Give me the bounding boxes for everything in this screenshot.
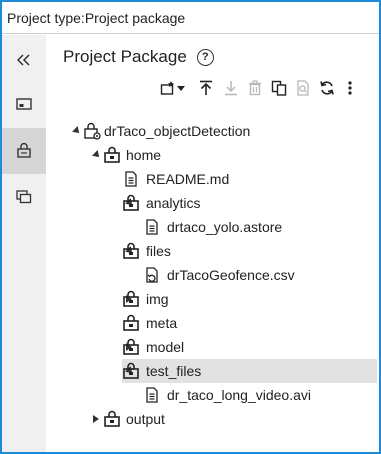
folder-lock-icon (122, 194, 140, 212)
help-icon[interactable]: ? (196, 48, 214, 66)
folder-lock-icon (122, 314, 140, 332)
image-panel-icon (16, 98, 32, 110)
tree-row[interactable]: output (46, 407, 377, 431)
panel-title: Project Package (63, 47, 187, 66)
package-icon (17, 143, 31, 158)
project-package-icon (83, 122, 101, 140)
text-file-icon (122, 170, 140, 188)
delete-icon (249, 80, 261, 96)
tree-row[interactable]: dr_taco_long_video.avi (46, 383, 377, 407)
project-package-panel: Project Package ? drTaco_objectDetection… (46, 35, 379, 452)
copy-path-button[interactable] (269, 77, 289, 99)
tree-row[interactable]: README.md (46, 167, 377, 191)
refresh-button[interactable] (317, 77, 337, 99)
project-type-label: Project type:Project package (7, 10, 186, 26)
tree-row-label: dr_taco_long_video.avi (167, 387, 311, 403)
copy-path-icon (271, 80, 287, 96)
project-type-bar: Project type:Project package (2, 2, 379, 34)
folder-lock-icon (103, 410, 121, 428)
tree-row[interactable]: drtaco_yolo.astore (46, 215, 377, 239)
folder-lock-icon (122, 242, 140, 260)
expanded-chevron-icon[interactable] (72, 126, 82, 136)
dropdown-caret-icon (177, 85, 185, 91)
tree-row[interactable]: img (46, 287, 377, 311)
more-vertical-icon (348, 81, 352, 95)
tree-row-label: README.md (146, 171, 230, 187)
tree-row-label: drtaco_yolo.astore (167, 219, 283, 235)
copy-panel-button[interactable] (2, 174, 46, 220)
tree-row-label: test_files (146, 363, 202, 379)
tree-row-label: analytics (146, 195, 201, 211)
project-package-button[interactable] (2, 128, 46, 174)
folder-lock-icon (122, 338, 140, 356)
folder-lock-icon (122, 362, 140, 380)
tree-row-label: img (146, 291, 169, 307)
tree-row[interactable]: drTaco_objectDetection (46, 119, 377, 143)
download-button[interactable] (221, 77, 241, 99)
expanded-chevron-icon[interactable] (92, 150, 102, 160)
tree-row-label: drTaco_objectDetection (104, 123, 251, 139)
tree-row[interactable]: analytics (46, 191, 377, 215)
text-file-icon (143, 218, 161, 236)
tree-row[interactable]: files (46, 239, 377, 263)
new-item-icon (160, 81, 174, 95)
collapse-double-chevron-icon (17, 54, 30, 66)
upload-icon (200, 80, 212, 95)
tree-row-label: home (126, 147, 162, 163)
upload-button[interactable] (196, 77, 216, 99)
sync-file-icon (143, 266, 161, 284)
tree-row-label: model (146, 339, 185, 355)
text-file-icon (143, 386, 161, 404)
tree-row[interactable]: model (46, 335, 377, 359)
panel-header: Project Package ? (63, 45, 214, 69)
tree-row-label: meta (146, 315, 178, 331)
folder-lock-icon (103, 146, 121, 164)
search-file-icon (297, 80, 309, 96)
download-icon (225, 81, 237, 96)
refresh-icon (320, 81, 334, 95)
image-panel-button[interactable] (2, 81, 46, 127)
tree-row[interactable]: test_files (122, 359, 377, 383)
new-item-dropdown[interactable] (175, 77, 187, 99)
tree-row[interactable]: drTacoGeofence.csv (46, 263, 377, 287)
tree-row-label: files (146, 243, 171, 259)
collapse-panel-button[interactable] (2, 37, 46, 83)
copy-icon (16, 190, 32, 204)
tree-row[interactable]: home (46, 143, 377, 167)
folder-lock-icon (122, 290, 140, 308)
left-rail (2, 35, 46, 452)
delete-button[interactable] (245, 77, 265, 99)
collapsed-chevron-icon[interactable] (93, 415, 99, 423)
tree-row[interactable]: meta (46, 311, 377, 335)
tree-row-label: drTacoGeofence.csv (167, 267, 295, 283)
more-options-button[interactable] (340, 77, 360, 99)
search-file-button[interactable] (293, 77, 313, 99)
tree-row-label: output (126, 411, 165, 427)
